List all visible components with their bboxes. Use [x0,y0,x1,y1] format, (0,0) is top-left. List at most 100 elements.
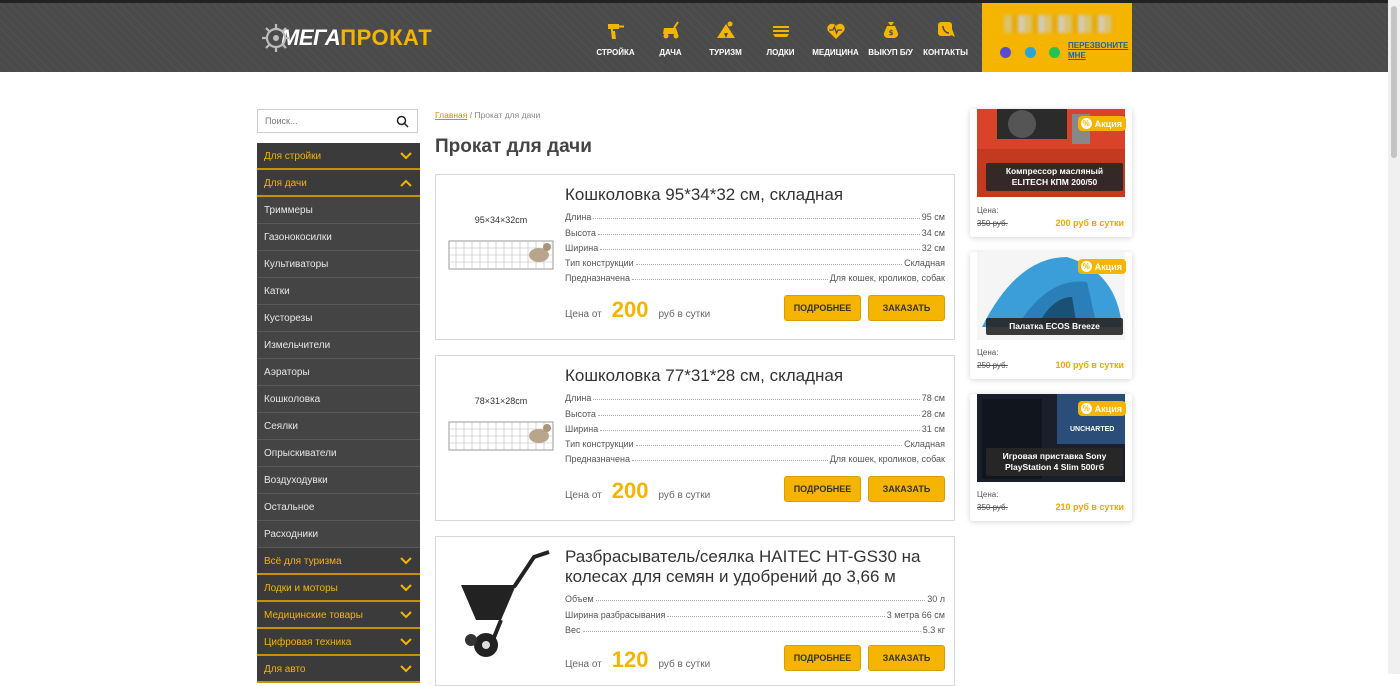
gear-logo-icon [262,24,290,52]
spec-key: Ширина разбрасывания [565,609,666,620]
sidebar-item[interactable]: Медицинские товары [257,602,420,629]
spec-row: Объем 30 л [565,589,945,604]
nav-item-medicina[interactable]: МЕДИЦИНА [808,19,863,57]
sidebar-item[interactable]: Опрыскиватели [257,440,420,467]
spec-leader [582,630,921,632]
phone-chat-icon [937,22,955,37]
chevron-down-icon[interactable] [400,664,412,674]
nav-item-kontakty[interactable]: КОНТАКТЫ [918,19,973,57]
site-logo[interactable]: МЕГА ПРОКАТ [259,21,432,55]
chevron-down-icon[interactable] [400,610,412,620]
promo-price-label: Цена: [977,490,999,499]
spec-key: Высота [565,227,596,238]
sidebar-item-label: Лодки и моторы [264,583,338,594]
order-button[interactable]: ЗАКАЗАТЬ [868,476,945,502]
promo-card[interactable]: % Акция Палатка ECOS Breeze Цена: 250 руб… [970,252,1132,379]
sidebar-item[interactable]: Для авто [257,656,420,683]
viber-icon[interactable] [1000,47,1011,58]
promo-new-price: 100 руб в сутки [1055,360,1124,370]
spec-key: Тип конструкции [565,258,634,269]
sidebar-item[interactable]: Сеялки [257,413,420,440]
spec-row: Предназначена Для кошек, кроликов, собак [565,449,945,464]
nav-item-vykup[interactable]: $ ВЫКУП Б/У [863,19,918,57]
sidebar-item-label: Опрыскиватели [264,448,337,459]
sidebar-item[interactable]: Катки [257,278,420,305]
sidebar-item[interactable]: Остальное [257,494,420,521]
promo-name: Игровая приставка Sony PlayStation 4 Sli… [986,448,1123,476]
product-card: 95×34×32cm Кошколовка 95*34*32 см, склад… [435,174,955,340]
order-button[interactable]: ЗАКАЗАТЬ [868,645,945,671]
spec-leader [597,233,920,235]
spec-leader [593,218,920,220]
promo-old-price: 350 руб. [977,503,1008,512]
search-input[interactable] [258,110,388,132]
promo-new-price: 210 руб в сутки [1055,502,1124,512]
sidebar-item[interactable]: Измельчители [257,332,420,359]
sidebar-item[interactable]: Кусторезы [257,305,420,332]
sidebar-item[interactable]: Кошколовка [257,386,420,413]
nav-label: СТРОЙКА [596,48,635,57]
chevron-down-icon[interactable] [400,583,412,593]
details-button[interactable]: ПОДРОБНЕЕ [784,476,861,502]
sidebar-item[interactable]: Для стройки [257,143,420,170]
product-specs: Длина 95 см Высота 34 см Ширина 32 см Тип к… [565,207,945,283]
sidebar-item[interactable]: Расходники [257,521,420,548]
search-icon[interactable] [396,115,409,128]
order-button[interactable]: ЗАКАЗАТЬ [868,295,945,321]
image-dimension-caption: 95×34×32cm [474,215,528,225]
nav-label: ДАЧА [659,48,682,57]
nav-item-lodki[interactable]: ЛОДКИ [753,19,808,57]
telegram-icon[interactable] [1025,47,1036,58]
spec-row: Ширина 32 см [565,238,945,253]
price-prefix: Цена от [565,309,602,320]
promo-card[interactable]: UNCHARTED % Акция Игровая приставка Sony … [970,394,1132,521]
product-image[interactable]: 95×34×32cm [446,215,556,278]
product-title[interactable]: Кошколовка 77*31*28 см, складная [565,366,843,386]
callback-link[interactable]: ПЕРЕЗВОНИТЕ МНЕ [1068,41,1128,61]
tent-icon [716,21,735,38]
details-button[interactable]: ПОДРОБНЕЕ [784,645,861,671]
price-prefix: Цена от [565,659,602,670]
spec-value: 31 см [921,423,945,434]
product-image[interactable]: 78×31×28cm [446,396,556,459]
whatsapp-icon[interactable] [1049,47,1060,58]
sidebar-item[interactable]: Газонокосилки [257,224,420,251]
sidebar-item[interactable]: Всё для туризма [257,548,420,575]
nav-item-dacha[interactable]: ДАЧА [643,19,698,57]
sidebar-item[interactable]: Для дачи [257,170,420,197]
sidebar-item[interactable]: Триммеры [257,197,420,224]
chevron-down-icon[interactable] [400,556,412,566]
boat-icon [772,26,789,37]
breadcrumb-home-link[interactable]: Главная [435,110,467,120]
scrollbar-thumb[interactable] [1391,6,1397,158]
sidebar-item-label: Кошколовка [264,394,321,405]
sidebar-item[interactable]: Цифровая техника [257,629,420,656]
details-button[interactable]: ПОДРОБНЕЕ [784,295,861,321]
spec-value: 78 см [921,393,945,404]
promo-card[interactable]: % Акция Компрессор масляный ELITECH КПМ 2… [970,109,1132,237]
chevron-down-icon[interactable] [400,151,412,161]
breadcrumb: Главная / Прокат для дачи [435,110,540,120]
nav-item-stroyka[interactable]: СТРОЙКА [588,19,643,57]
chevron-down-icon[interactable] [400,637,412,647]
product-title[interactable]: Разбрасыватель/сеялка HAITEC HT-GS30 на … [565,547,945,587]
promo-old-price: 350 руб. [977,219,1008,228]
page-scrollbar[interactable] [1388,0,1400,674]
product-title[interactable]: Кошколовка 95*34*32 см, складная [565,185,843,205]
product-image[interactable] [446,545,556,665]
sidebar-item-label: Аэраторы [264,367,310,378]
sidebar-item[interactable]: Лодки и моторы [257,575,420,602]
chevron-up-icon[interactable] [400,178,412,188]
product-price: Цена от 200 руб в сутки [565,478,710,504]
sidebar-item-label: Для стройки [264,151,322,162]
nav-label: ЛОДКИ [766,48,795,57]
sidebar-item[interactable]: Воздуходувки [257,467,420,494]
sidebar-item[interactable]: Аэраторы [257,359,420,386]
spec-key: Длина [565,212,592,223]
nav-item-turizm[interactable]: ТУРИЗМ [698,19,753,57]
sidebar-item[interactable]: Культиваторы [257,251,420,278]
spec-leader [635,445,903,447]
promo-badge: % Акция [1077,401,1126,416]
product-specs: Длина 78 см Высота 28 см Ширина 31 см Тип к… [565,388,945,464]
callback-box: ПЕРЕЗВОНИТЕ МНЕ [982,3,1132,72]
